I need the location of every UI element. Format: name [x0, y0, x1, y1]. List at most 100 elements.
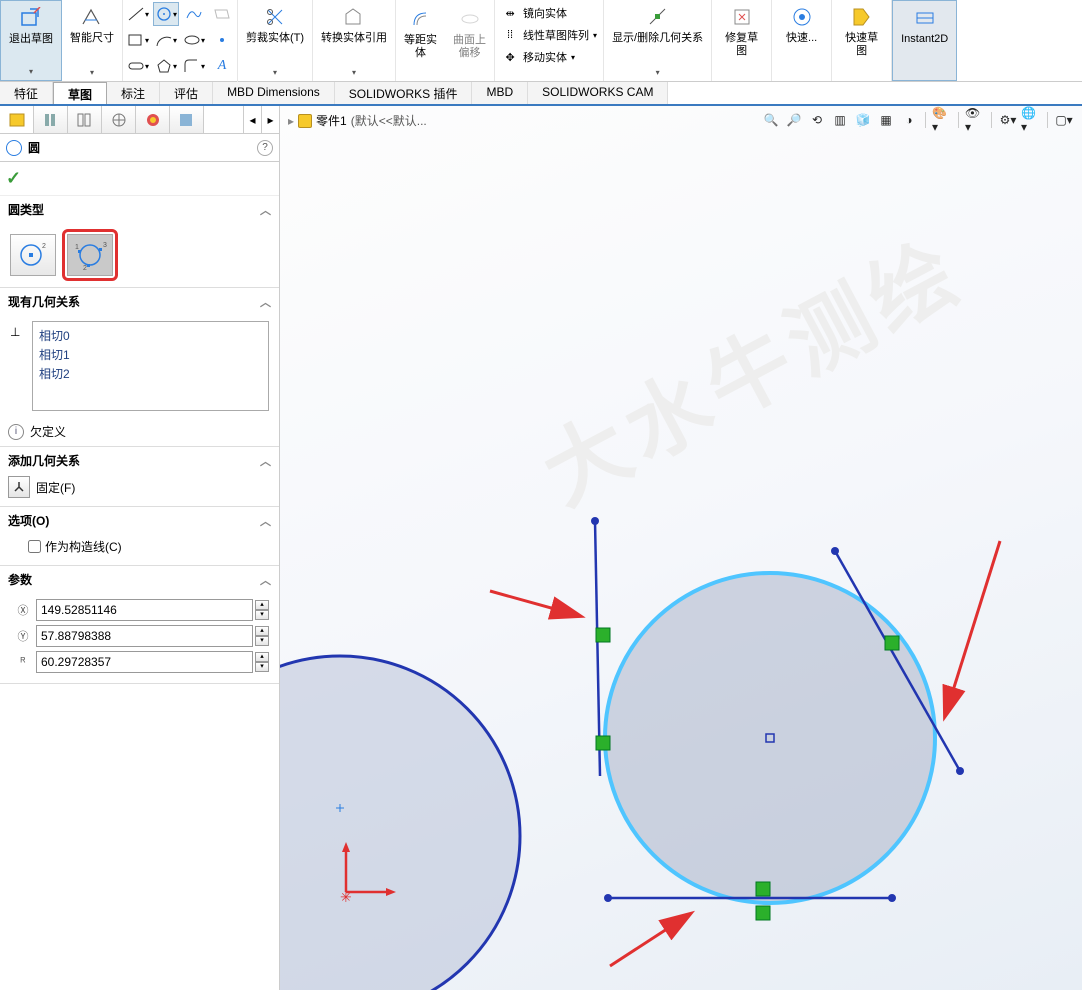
parameters-title: 参数	[8, 571, 32, 588]
r-input[interactable]	[36, 651, 253, 673]
ribbon-toolbar: 退出草图 ▾ 智能尺寸 ▾ ▾ ▾ ▾ ▾ ▾ ▾ ▾ ▾ A 剪裁实体(T) …	[0, 0, 1082, 82]
collapse-toggle[interactable]: ︿	[260, 294, 271, 310]
smart-dimension-button[interactable]: 智能尺寸 ▾	[62, 0, 123, 81]
exit-sketch-icon	[20, 5, 42, 31]
dropdown-caret-icon: ▾	[29, 67, 33, 76]
pm-tab-appearance[interactable]	[136, 106, 170, 133]
cx-spin-up[interactable]: ▴	[255, 600, 269, 610]
tab-mbd-dimensions[interactable]: MBD Dimensions	[213, 82, 335, 104]
pm-scroll-left[interactable]: ◂	[243, 106, 261, 133]
cy-spin-up[interactable]: ▴	[255, 626, 269, 636]
line-tool-button[interactable]: ▾	[125, 2, 151, 26]
trim-button[interactable]: 剪裁实体(T) ▾	[238, 0, 313, 81]
under-defined-label: 欠定义	[30, 423, 66, 440]
fix-relation-button[interactable]	[8, 476, 30, 498]
dropdown-caret-icon: ▾	[90, 68, 94, 77]
relation-item[interactable]: 相切1	[37, 345, 264, 364]
rapid-button[interactable]: 快速...	[772, 0, 832, 81]
instant2d-label: Instant2D	[901, 33, 948, 46]
offset-column: 等距实 体 曲面上 偏移	[396, 0, 495, 81]
sketch-circle-right[interactable]	[605, 573, 935, 903]
tab-annotate[interactable]: 标注	[107, 82, 160, 104]
perimeter-circle-button[interactable]: 132	[67, 234, 113, 276]
text-tool-button[interactable]: A	[209, 54, 235, 78]
tab-evaluate[interactable]: 评估	[160, 82, 213, 104]
ellipse-tool-button[interactable]: ▾	[181, 28, 207, 52]
surface-offset-label: 曲面上 偏移	[453, 34, 486, 60]
display-relations-button[interactable]: 显示/删除几何关系 ▾	[604, 0, 712, 81]
pm-tab-feature-tree[interactable]	[0, 106, 34, 133]
point-tool-button[interactable]	[209, 28, 235, 52]
options-section: 选项(O)︿ 作为构造线(C)	[0, 507, 279, 566]
offset-entities-button[interactable]: 等距实 体	[396, 2, 445, 64]
tangent-glyph[interactable]	[596, 736, 610, 750]
arc-tool-button[interactable]: ▾	[153, 28, 179, 52]
smart-dimension-icon	[81, 4, 103, 30]
relations-listbox[interactable]: 相切0 相切1 相切2	[32, 321, 269, 411]
help-button[interactable]: ?	[257, 140, 273, 156]
collapse-toggle[interactable]: ︿	[260, 453, 271, 469]
pm-tab-property[interactable]	[34, 106, 68, 133]
tab-mbd[interactable]: MBD	[472, 82, 528, 104]
circle-tool-button[interactable]: ▾	[153, 2, 179, 26]
mirror-label: 镜向实体	[523, 5, 567, 21]
exit-sketch-button[interactable]: 退出草图 ▾	[0, 0, 62, 81]
mirror-entities-button[interactable]: ⇹镜向实体	[495, 2, 603, 24]
move-entities-button[interactable]: ✥移动实体▾	[495, 46, 603, 68]
relation-item[interactable]: 相切2	[37, 364, 264, 383]
instant2d-button[interactable]: Instant2D	[892, 0, 957, 81]
dropdown-caret-icon: ▾	[273, 68, 277, 77]
fillet-tool-button[interactable]: ▾	[181, 54, 207, 78]
tangent-glyph[interactable]	[756, 882, 770, 896]
tab-sketch[interactable]: 草图	[53, 82, 107, 104]
exit-sketch-label: 退出草图	[9, 33, 53, 46]
construction-checkbox[interactable]	[28, 540, 41, 553]
sketch-tools-group: ▾ ▾ ▾ ▾ ▾ ▾ ▾ ▾ A	[123, 0, 238, 82]
pm-tab-dimxpert[interactable]	[102, 106, 136, 133]
graphics-area[interactable]: ▸ 零件1 (默认<<默认... 🔍 🔎 ⟲ ▥ 🧊 ▦ ◑ 🎨▾ 👁▾ ⚙▾ …	[280, 106, 1082, 990]
tab-sw-cam[interactable]: SOLIDWORKS CAM	[528, 82, 668, 104]
tangent-glyph[interactable]	[885, 636, 899, 650]
rapid-sketch-button[interactable]: 快速草 图	[832, 0, 892, 81]
rectangle-tool-button[interactable]: ▾	[125, 28, 151, 52]
center-circle-button[interactable]: 2	[10, 234, 56, 276]
sketch-circle-left[interactable]	[280, 656, 520, 990]
r-spin-up[interactable]: ▴	[255, 652, 269, 662]
collapse-toggle[interactable]: ︿	[260, 572, 271, 588]
tab-sw-addins[interactable]: SOLIDWORKS 插件	[335, 82, 473, 104]
slot-tool-button[interactable]: ▾	[125, 54, 151, 78]
cy-spin-down[interactable]: ▾	[255, 636, 269, 646]
rapid-sketch-label: 快速草 图	[845, 32, 878, 58]
add-relations-section: 添加几何关系︿ 固定(F)	[0, 447, 279, 507]
collapse-toggle[interactable]: ︿	[260, 202, 271, 218]
repair-sketch-button[interactable]: 修复草 图	[712, 0, 772, 81]
repair-icon	[731, 4, 753, 30]
pm-tab-extra[interactable]	[170, 106, 204, 133]
tangent-glyph[interactable]	[756, 906, 770, 920]
collapse-toggle[interactable]: ︿	[260, 513, 271, 529]
dropdown-caret-icon: ▾	[656, 68, 660, 77]
r-spin-down[interactable]: ▾	[255, 662, 269, 672]
plane-tool-button[interactable]	[209, 2, 235, 26]
cy-input[interactable]	[36, 625, 253, 647]
rapid-label: 快速...	[786, 32, 817, 45]
rapid-sketch-icon	[851, 4, 873, 30]
convert-entities-button[interactable]: 转换实体引用 ▾	[313, 0, 396, 81]
spline-tool-button[interactable]	[181, 2, 207, 26]
pm-scroll-right[interactable]: ▸	[261, 106, 279, 133]
linear-pattern-button[interactable]: ⁞⁞线性草图阵列▾	[495, 24, 603, 46]
relation-item[interactable]: 相切0	[37, 326, 264, 345]
pm-tab-config[interactable]	[68, 106, 102, 133]
tab-features[interactable]: 特征	[0, 82, 53, 104]
options-title: 选项(O)	[8, 512, 49, 529]
cx-input[interactable]	[36, 599, 253, 621]
trim-icon	[264, 4, 286, 30]
tangent-glyph[interactable]	[596, 628, 610, 642]
smart-dimension-label: 智能尺寸	[70, 32, 114, 45]
ok-button[interactable]: ✓	[6, 168, 21, 188]
cx-spin-down[interactable]: ▾	[255, 610, 269, 620]
polygon-tool-button[interactable]: ▾	[153, 54, 179, 78]
surface-offset-button: 曲面上 偏移	[445, 2, 494, 64]
highlight-annotation: 132	[62, 229, 118, 281]
fixed-label: 固定(F)	[36, 479, 75, 496]
